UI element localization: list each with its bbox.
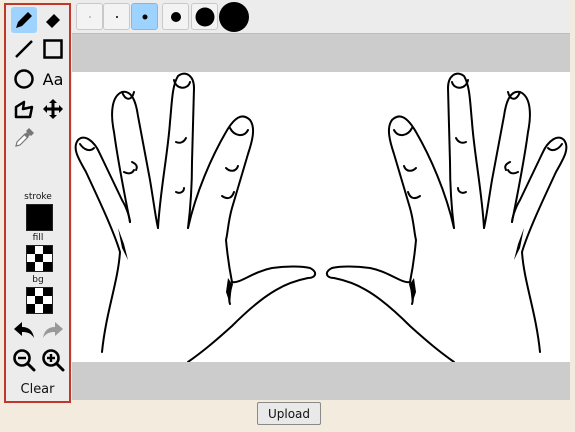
dot-icon xyxy=(115,15,118,18)
line-icon xyxy=(15,40,33,58)
brush-size-3-button[interactable] xyxy=(131,3,158,30)
eyedropper-tool-button[interactable] xyxy=(11,125,37,151)
zoom-in-button[interactable] xyxy=(40,347,66,373)
pencil-tool-button[interactable] xyxy=(11,7,37,33)
polygon-icon xyxy=(14,100,34,119)
zoom-out-icon xyxy=(13,349,36,372)
undo-button[interactable] xyxy=(11,317,37,343)
brush-size-1-button[interactable] xyxy=(76,3,103,30)
redo-button[interactable] xyxy=(40,317,66,343)
paint-app: Aa stroke fill bg Clear Upload xyxy=(0,0,575,432)
line-tool-button[interactable] xyxy=(11,36,37,62)
dot-icon xyxy=(142,14,147,19)
redo-icon xyxy=(43,322,63,338)
clear-button[interactable]: Clear xyxy=(6,382,69,397)
move-tool-button[interactable] xyxy=(40,96,66,122)
bg-color-swatch[interactable] xyxy=(26,287,53,314)
pencil-icon xyxy=(16,12,32,28)
fill-color-swatch[interactable] xyxy=(26,245,53,272)
brush-size-bar xyxy=(72,0,570,34)
brush-size-4-button[interactable] xyxy=(162,3,189,30)
stroke-label: stroke xyxy=(24,192,52,202)
undo-icon xyxy=(14,322,34,338)
hands-drawing xyxy=(74,72,568,363)
drawing-canvas[interactable] xyxy=(72,72,570,363)
brush-size-2-button[interactable] xyxy=(103,3,130,30)
rectangle-tool-button[interactable] xyxy=(40,36,66,62)
dot-icon xyxy=(89,16,90,17)
rectangle-icon xyxy=(43,39,63,59)
upload-button[interactable]: Upload xyxy=(257,402,321,425)
ellipse-tool-button[interactable] xyxy=(11,66,37,92)
transparent-pattern xyxy=(27,246,52,271)
polygon-tool-button[interactable] xyxy=(11,96,37,122)
eraser-icon xyxy=(46,14,60,28)
stroke-color-swatch[interactable] xyxy=(26,204,53,231)
fill-label: fill xyxy=(32,233,44,243)
dot-icon xyxy=(170,11,181,22)
zoom-in-icon xyxy=(42,349,65,372)
dot-icon xyxy=(218,1,249,32)
dot-icon xyxy=(195,7,214,26)
text-icon: Aa xyxy=(42,69,64,89)
transparent-pattern xyxy=(27,288,52,313)
canvas-area xyxy=(72,34,570,400)
move-icon xyxy=(43,99,63,119)
brush-size-5-button[interactable] xyxy=(191,3,218,30)
zoom-out-button[interactable] xyxy=(11,347,37,373)
eyedropper-icon xyxy=(15,128,34,147)
brush-size-6-button[interactable] xyxy=(218,1,249,32)
text-tool-button[interactable]: Aa xyxy=(40,66,66,92)
eraser-tool-button[interactable] xyxy=(40,7,66,33)
bg-label: bg xyxy=(32,275,44,285)
toolbar: Aa stroke fill bg Clear xyxy=(4,3,71,403)
ellipse-icon xyxy=(14,69,34,89)
